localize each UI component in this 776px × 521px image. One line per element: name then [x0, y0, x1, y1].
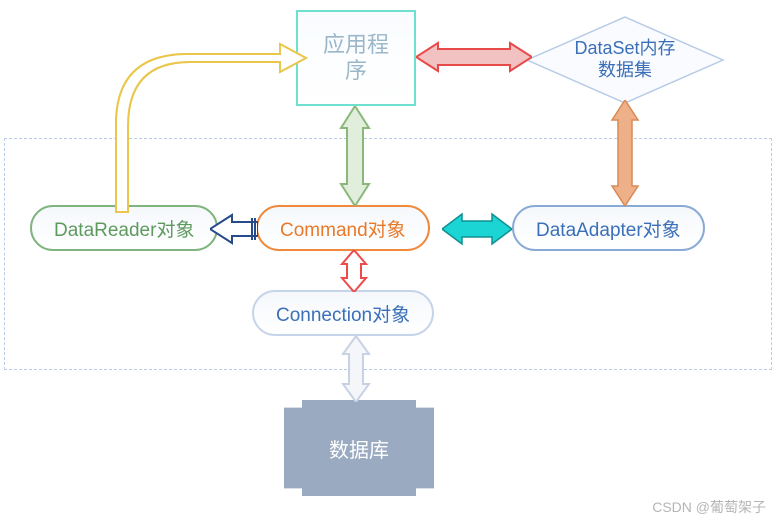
connection-node: Connection对象 — [252, 290, 434, 336]
dataset-node: DataSet内存 数据集 — [525, 15, 725, 105]
arrow-app-command — [338, 106, 372, 206]
dataadapter-node: DataAdapter对象 — [512, 205, 705, 251]
arrow-command-connection — [339, 250, 369, 292]
dataset-label: DataSet内存 数据集 — [574, 38, 675, 81]
watermark: CSDN @葡萄架子 — [652, 497, 766, 517]
arrow-connection-database — [339, 336, 373, 402]
application-label: 应用程 序 — [323, 32, 389, 85]
arrow-dataset-dataadapter — [608, 100, 642, 206]
watermark-text: CSDN @葡萄架子 — [652, 499, 766, 515]
arrow-datareader-application — [98, 34, 308, 219]
application-node: 应用程 序 — [296, 10, 416, 106]
database-node: 数据库 — [284, 400, 434, 496]
connection-label: Connection对象 — [276, 300, 410, 327]
database-label: 数据库 — [329, 434, 389, 463]
dataadapter-label: DataAdapter对象 — [536, 215, 681, 242]
arrow-app-dataset — [416, 40, 532, 74]
arrow-command-dataadapter — [442, 211, 512, 247]
